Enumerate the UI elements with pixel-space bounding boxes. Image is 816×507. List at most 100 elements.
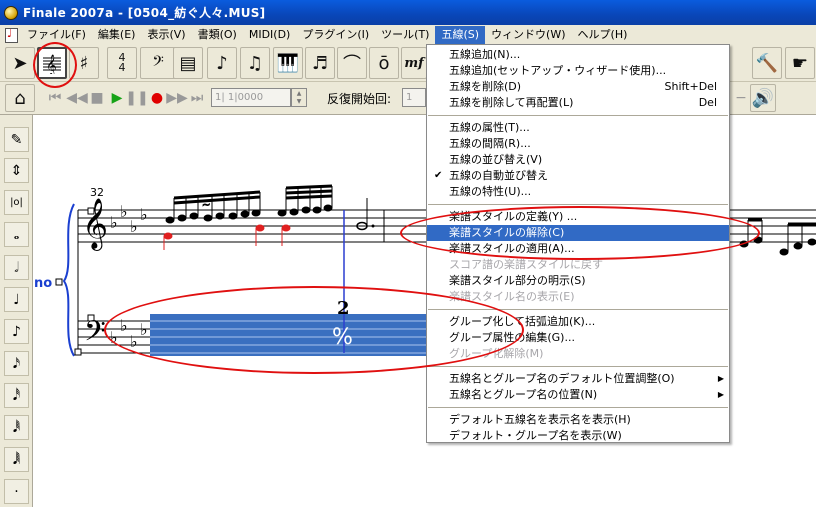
menu-respace-staves[interactable]: 五線の並び替え(V)	[427, 152, 729, 168]
sixteenth-note-icon: 𝅘𝅥𝅯	[12, 355, 21, 372]
step-back-icon: ◀◀	[66, 90, 88, 106]
spin-up-icon: ▲	[296, 89, 302, 97]
menu-plugins[interactable]: プラグイン(I)	[296, 26, 375, 44]
menu-bar: ファイル(F) 編集(E) 表示(V) 書類(O) MIDI(D) プラグイン(…	[0, 25, 816, 44]
menu-help[interactable]: ヘルプ(H)	[572, 26, 634, 44]
launch-window-button[interactable]: ⌂	[5, 84, 35, 112]
eighth-note-button[interactable]: ♪	[4, 319, 29, 344]
svg-text:♭: ♭	[110, 213, 118, 232]
rewind-button[interactable]: ⏮	[44, 87, 66, 109]
menu-add-staves[interactable]: 五線追加(N)...	[427, 47, 729, 63]
menu-separator	[427, 111, 729, 120]
volume-down-button[interactable]: −	[730, 87, 752, 109]
forward-button[interactable]: ▶▶	[166, 87, 188, 109]
pause-button[interactable]: ❚❚	[125, 87, 148, 109]
menu-staff-usage[interactable]: 五線の特性(U)...	[427, 184, 729, 200]
key-signature-tool-button[interactable]: ♯	[69, 47, 99, 79]
menu-clear-staff-styles[interactable]: 楽譜スタイルの解除(C)	[427, 225, 729, 241]
menu-window[interactable]: ウィンドウ(W)	[485, 26, 571, 44]
repeat-start-field[interactable]: 1	[402, 88, 426, 107]
record-button[interactable]: ●	[146, 87, 168, 109]
staff-tool-button[interactable]: 𝄞	[37, 47, 67, 79]
minus-icon: −	[735, 90, 747, 106]
dot-icon: ·	[14, 483, 19, 500]
grand-staff-brace	[62, 203, 75, 357]
menu-item-label: 五線を削除して再配置(L)	[449, 96, 574, 109]
eighth-note-icon: ♪	[216, 52, 228, 74]
slur-icon: ⌒	[343, 54, 361, 75]
tuplet-tool-button[interactable]: ♬	[305, 47, 335, 79]
sixtyfourth-note-button[interactable]: 𝅘𝅥𝅱	[4, 415, 29, 440]
menu-remove-group[interactable]: グループ化解除(M)	[427, 346, 729, 362]
menu-midi[interactable]: MIDI(D)	[243, 26, 297, 44]
menu-add-staves-wizard[interactable]: 五線追加(セットアップ・ウィザード使用)...	[427, 63, 729, 79]
menu-document[interactable]: 書類(O)	[192, 26, 243, 44]
expression-tool-button[interactable]: mf	[401, 47, 427, 79]
menu-define-staff-styles[interactable]: 楽譜スタイルの定義(Y) ...	[427, 209, 729, 225]
treble-key-signature: ♭♭♭♭	[110, 202, 148, 236]
menu-item-label: 五線名とグループ名のデフォルト位置調整(O)	[449, 372, 675, 385]
counter-spinner[interactable]: ▲ ▼	[291, 88, 307, 107]
speedy-entry-tool-button[interactable]: ♫	[240, 47, 270, 79]
menu-staff[interactable]: 五線(S)	[435, 25, 486, 44]
double-whole-note-button[interactable]: |o|	[4, 190, 29, 215]
menu-separator	[427, 362, 729, 371]
plugin-tool-button[interactable]: ☛	[785, 47, 815, 79]
menu-item-label: 楽譜スタイル部分の明示(S)	[449, 274, 586, 287]
position-counter[interactable]: 1| 1|0000	[211, 88, 291, 107]
thirtysecond-note-button[interactable]: 𝅘𝅥𝅰	[4, 383, 29, 408]
menu-edit-group-attributes[interactable]: グループ属性の編集(G)...	[427, 330, 729, 346]
menu-auto-sort-staves[interactable]: ✔ 五線の自動並び替え	[427, 168, 729, 184]
sixtyfourth-note-icon: 𝅘𝅥𝅱	[12, 419, 21, 436]
quarter-note-button[interactable]: ♩	[4, 287, 29, 312]
quarter-note-icon: ♩	[13, 291, 20, 308]
simple-entry-tool-button[interactable]: ♪	[207, 47, 237, 79]
sixteenth-note-button[interactable]: 𝅘𝅥𝅯	[4, 351, 29, 376]
menu-revert-score-staff-style[interactable]: スコア譜の楽譜スタイルに戻す	[427, 257, 729, 273]
menu-item-label: 楽譜スタイルの適用(A)...	[449, 242, 575, 255]
svg-text:♭: ♭	[110, 328, 118, 347]
hundredtwentyeighth-note-button[interactable]: 𝅘𝅥𝅲	[4, 447, 29, 472]
eraser-button[interactable]: ✎	[4, 127, 29, 152]
menu-show-default-group-names[interactable]: デフォルト・グループ名を表示(W)	[427, 428, 729, 444]
selection-tool-button[interactable]: ➤	[5, 47, 35, 79]
menu-item-label: 五線追加(セットアップ・ウィザード使用)...	[449, 64, 667, 77]
menu-staff-spacing[interactable]: 五線の間隔(R)...	[427, 136, 729, 152]
whole-note-button[interactable]: 𝅝	[4, 222, 29, 247]
utility-tool-button[interactable]: 🔨	[752, 47, 782, 79]
hyperscribe-tool-button[interactable]: 🎹	[273, 47, 303, 79]
time-signature-tool-button[interactable]: 44	[107, 47, 137, 79]
menu-view[interactable]: 表示(V)	[141, 26, 191, 44]
measure-tool-button[interactable]: ▤	[173, 47, 203, 79]
half-note-button[interactable]: 𝅗𝅥	[4, 255, 29, 280]
menu-show-staff-style-names[interactable]: 楽譜スタイル名の表示(E)	[427, 289, 729, 305]
menu-edit[interactable]: 編集(E)	[92, 26, 142, 44]
speaker-button[interactable]: 🔊	[750, 84, 776, 112]
menu-show-default-staff-names[interactable]: デフォルト五線名を表示名を表示(H)	[427, 412, 729, 428]
svg-text:♭: ♭	[120, 202, 128, 221]
menu-item-label: 楽譜スタイル名の表示(E)	[449, 290, 575, 303]
smart-shape-tool-button[interactable]: ⌒	[337, 47, 367, 79]
clef-tool-button[interactable]: 𝄢	[140, 47, 176, 79]
menu-item-label: デフォルト・グループ名を表示(W)	[449, 429, 622, 442]
half-step-button[interactable]: ⇕	[4, 158, 29, 183]
menu-file[interactable]: ファイル(F)	[21, 26, 92, 44]
menu-tools[interactable]: ツール(T)	[375, 26, 435, 44]
menu-group-and-bracket[interactable]: グループ化して括弧追加(K)...	[427, 314, 729, 330]
dot-button[interactable]: ·	[4, 479, 29, 504]
document-icon[interactable]	[3, 27, 19, 43]
menu-item-label: 五線の特性(U)...	[449, 185, 532, 198]
menu-apply-staff-style[interactable]: 楽譜スタイルの適用(A)...	[427, 241, 729, 257]
menu-delete-staves-reposition[interactable]: 五線を削除して再配置(L) Del	[427, 95, 729, 111]
tuplet-icon: ♬	[311, 52, 329, 74]
menu-reset-name-positions[interactable]: 五線名とグループ名のデフォルト位置調整(O) ▶	[427, 371, 729, 387]
menu-delete-staves[interactable]: 五線を削除(D) Shift+Del	[427, 79, 729, 95]
menu-name-positions[interactable]: 五線名とグループ名の位置(N) ▶	[427, 387, 729, 403]
stop-button[interactable]: ■	[86, 87, 108, 109]
end-button[interactable]: ⏭	[186, 87, 208, 109]
articulation-tool-button[interactable]: ō	[369, 47, 399, 79]
bass-clef: 𝄢	[84, 315, 106, 355]
menu-show-staff-styles[interactable]: 楽譜スタイル部分の明示(S)	[427, 273, 729, 289]
menu-staff-attributes[interactable]: 五線の属性(T)...	[427, 120, 729, 136]
back-button[interactable]: ◀◀	[66, 87, 88, 109]
